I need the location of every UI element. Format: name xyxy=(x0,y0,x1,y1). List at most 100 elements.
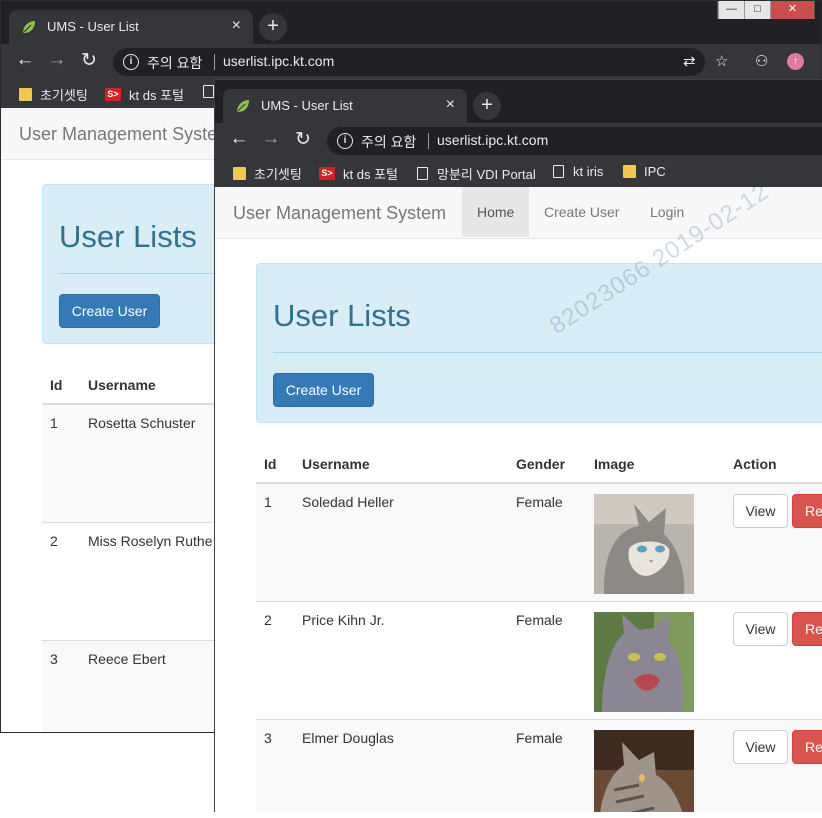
user-table: Id Username Gender Image Action 1 Soleda… xyxy=(256,445,822,812)
column-header-gender: Gender xyxy=(508,445,586,484)
address-bar[interactable]: i 주의 요함 userlist.ipc.kt.com xyxy=(327,127,822,155)
bookmark-label: 초기셋팅 xyxy=(40,88,88,103)
window-controls: — □ ✕ xyxy=(717,1,815,19)
bookmark-initial-setup[interactable]: 초기셋팅 xyxy=(233,164,302,183)
close-window-button[interactable]: ✕ xyxy=(770,1,814,19)
translate-icon[interactable]: ⇄ xyxy=(683,52,696,70)
page-icon xyxy=(553,165,564,178)
cat-photo-image xyxy=(594,729,694,812)
spring-leaf-icon xyxy=(237,100,249,112)
bookmark-label: IPC xyxy=(644,164,666,179)
cell-id: 1 xyxy=(256,482,294,601)
info-icon[interactable]: i xyxy=(337,133,353,149)
create-user-button[interactable]: Create User xyxy=(59,294,160,328)
bookmark-ktds-portal[interactable]: S> kt ds 포털 xyxy=(105,85,184,104)
remove-button[interactable]: Re xyxy=(792,611,822,646)
column-header-action: Action xyxy=(725,445,822,484)
view-button[interactable]: View xyxy=(733,611,788,646)
ktds-logo-icon: S> xyxy=(319,167,335,180)
cell-action: View Re xyxy=(725,600,822,719)
back-arrow-icon[interactable]: ← xyxy=(227,128,251,150)
page-icon xyxy=(417,167,428,180)
page-viewport: User Management System Home Create User … xyxy=(215,187,822,812)
new-tab-button[interactable]: + xyxy=(259,13,287,41)
browser-window-front: UMS - User List × + ← → ↻ i 주의 요함 userli… xyxy=(214,79,822,812)
view-button[interactable]: View xyxy=(733,729,788,764)
page-heading: User Lists xyxy=(273,298,411,333)
profile-avatar-icon[interactable]: ↑ xyxy=(787,53,804,70)
reload-icon[interactable]: ↻ xyxy=(77,49,101,72)
cell-action: View Re xyxy=(725,718,822,812)
browser-toolbar: ← → ↻ i 주의 요함 userlist.ipc.kt.com ⇄ ☆ ⚇ … xyxy=(1,44,821,80)
cell-action: View Re xyxy=(725,482,822,601)
forward-arrow-icon[interactable]: → xyxy=(45,49,69,71)
tab-strip: UMS - User List × + — □ ✕ xyxy=(1,1,821,44)
incognito-icon[interactable]: ⚇ xyxy=(755,52,768,70)
forward-arrow-icon[interactable]: → xyxy=(259,128,283,150)
remove-button[interactable]: Re xyxy=(792,729,822,764)
table-row: 3 Elmer Douglas Female View Re xyxy=(256,718,822,812)
column-header-id: Id xyxy=(256,445,294,484)
bookmark-ipc[interactable]: IPC xyxy=(623,164,666,179)
ktds-logo-icon: S> xyxy=(105,88,121,101)
info-icon[interactable]: i xyxy=(123,54,139,70)
remove-button[interactable]: Re xyxy=(792,494,822,528)
close-tab-icon[interactable]: × xyxy=(446,96,455,114)
security-warning: 주의 요함 xyxy=(147,55,203,71)
bookmark-initial-setup[interactable]: 초기셋팅 xyxy=(19,85,88,104)
cell-id: 1 xyxy=(42,403,80,522)
bookmark-label: kt iris xyxy=(573,164,604,179)
cell-username: Price Kihn Jr. xyxy=(294,600,508,719)
create-user-button[interactable]: Create User xyxy=(273,373,374,407)
brand-title[interactable]: User Management System xyxy=(19,124,232,145)
bookmark-star-icon[interactable]: ☆ xyxy=(715,52,728,70)
browser-tab[interactable]: UMS - User List × xyxy=(223,89,467,123)
column-header-username: Username xyxy=(294,445,508,484)
bookmark-label: 망분리 VDI Portal xyxy=(437,167,536,182)
cell-id: 2 xyxy=(42,521,80,640)
cell-image xyxy=(586,482,725,601)
maximize-button[interactable]: □ xyxy=(744,1,770,19)
folder-icon xyxy=(233,167,246,180)
folder-icon xyxy=(623,165,636,178)
new-tab-button[interactable]: + xyxy=(473,92,501,120)
bookmark-kt-iris[interactable]: kt iris xyxy=(553,164,603,179)
cell-id: 3 xyxy=(256,718,294,812)
minimize-button[interactable]: — xyxy=(718,1,744,19)
browser-tab[interactable]: UMS - User List × xyxy=(9,10,253,44)
security-warning: 주의 요함 xyxy=(361,134,417,150)
bookmark-ktds-portal[interactable]: S> kt ds 포털 xyxy=(319,164,398,183)
table-row: 1 Soledad Heller Female View Re xyxy=(256,482,822,601)
table-row: 2 Price Kihn Jr. Female View Re xyxy=(256,600,822,719)
column-header-id: Id xyxy=(42,366,80,405)
brand-title[interactable]: User Management System xyxy=(233,203,446,224)
browser-toolbar: ← → ↻ i 주의 요함 userlist.ipc.kt.com xyxy=(215,123,822,159)
omnibox-divider xyxy=(428,133,429,149)
cat-photo-image xyxy=(594,611,694,712)
view-button[interactable]: View xyxy=(733,494,788,528)
cell-image xyxy=(586,718,725,812)
cell-gender: Female xyxy=(508,718,586,812)
address-bar[interactable]: i 주의 요함 userlist.ipc.kt.com xyxy=(113,48,705,76)
tab-title: UMS - User List xyxy=(261,98,353,113)
bookmark-label: kt ds 포털 xyxy=(343,167,398,182)
tab-strip: UMS - User List × + xyxy=(215,80,822,123)
nav-home[interactable]: Home xyxy=(462,187,530,237)
reload-icon[interactable]: ↻ xyxy=(291,128,315,151)
nav-create-user[interactable]: Create User xyxy=(529,187,634,237)
url-text[interactable]: userlist.ipc.kt.com xyxy=(437,132,548,148)
page-heading: User Lists xyxy=(59,219,197,254)
url-text[interactable]: userlist.ipc.kt.com xyxy=(223,53,334,69)
bookmarks-bar: 초기셋팅 S> kt ds 포털 망분리 VDI Portal kt iris I… xyxy=(215,159,822,187)
omnibox-divider xyxy=(214,54,215,70)
bookmark-label: kt ds 포털 xyxy=(129,88,184,103)
back-arrow-icon[interactable]: ← xyxy=(13,49,37,71)
cat-photo-image xyxy=(594,494,694,594)
heading-divider xyxy=(273,352,822,353)
bookmark-vdi-portal[interactable]: 망분리 VDI Portal xyxy=(417,164,536,183)
close-tab-icon[interactable]: × xyxy=(232,17,241,35)
table-header-row: Id Username Gender Image Action xyxy=(256,445,822,484)
cell-gender: Female xyxy=(508,600,586,719)
tab-title: UMS - User List xyxy=(47,19,139,34)
cell-username: Elmer Douglas xyxy=(294,718,508,812)
